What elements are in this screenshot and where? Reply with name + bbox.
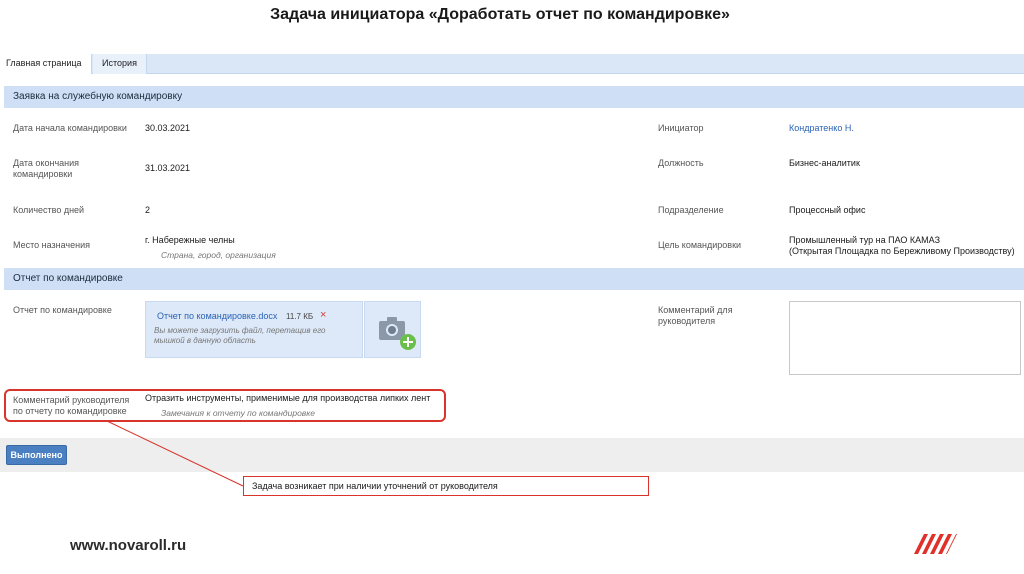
department-value: Процессный офис (789, 205, 866, 215)
initiator-link[interactable]: Кондратенко Н. (789, 123, 854, 134)
done-button[interactable]: Выполнено (6, 445, 67, 465)
remove-file-icon[interactable]: × (320, 309, 326, 321)
camera-add-icon (379, 317, 416, 350)
days-count-label: Количество дней (13, 205, 85, 215)
position-value: Бизнес-аналитик (789, 158, 860, 168)
site-url: www.novaroll.ru (70, 537, 187, 554)
slide-title: Задача инициатора «Доработать отчет по к… (270, 6, 730, 23)
department-label: Подразделение (658, 205, 724, 215)
manager-comment-highlight (4, 389, 446, 422)
initiator-label: Инициатор (658, 123, 704, 133)
callout-box: Задача возникает при наличии уточнений о… (243, 476, 649, 496)
destination-hint: Страна, город, организация (161, 250, 276, 260)
action-bar (0, 438, 1024, 472)
trip-purpose-value-line1: Промышленный тур на ПАО КАМАЗ (789, 235, 941, 245)
report-file-link[interactable]: Отчет по командировке.docx (157, 311, 277, 321)
tab-main-page[interactable]: Главная страница (0, 54, 92, 74)
end-date-value[interactable]: 31.03.2021 (145, 163, 190, 174)
report-file-size: 11.7 КБ (286, 312, 314, 321)
comment-for-manager-textarea[interactable] (789, 301, 1021, 375)
start-date-value[interactable]: 30.03.2021 (145, 123, 190, 134)
novaroll-logo-icon (914, 534, 957, 554)
upload-hint: Вы можете загрузить файл, перетащив его … (154, 326, 326, 345)
destination-label: Место назначения (13, 240, 90, 250)
position-label: Должность (658, 158, 704, 168)
tab-history[interactable]: История (93, 54, 147, 74)
start-date-label: Дата начала командировки (13, 123, 127, 133)
trip-purpose-label: Цель командировки (658, 240, 742, 250)
trip-purpose-value-line2: (Открытая Площадка по Бережливому Произв… (789, 246, 1015, 256)
end-date-label: Дата окончания командировки (13, 158, 80, 179)
tabs-bar: Главная страница История (0, 54, 1024, 74)
section-header-report: Отчет по командировке (4, 268, 1024, 290)
add-photo-button[interactable] (364, 301, 421, 358)
report-label: Отчет по командировке (13, 305, 112, 315)
destination-value[interactable]: г. Набережные челны (145, 235, 235, 246)
comment-for-manager-label: Комментарий для руководителя (658, 305, 733, 326)
days-count-value: 2 (145, 205, 151, 215)
section-header-trip: Заявка на служебную командировку (4, 86, 1024, 108)
